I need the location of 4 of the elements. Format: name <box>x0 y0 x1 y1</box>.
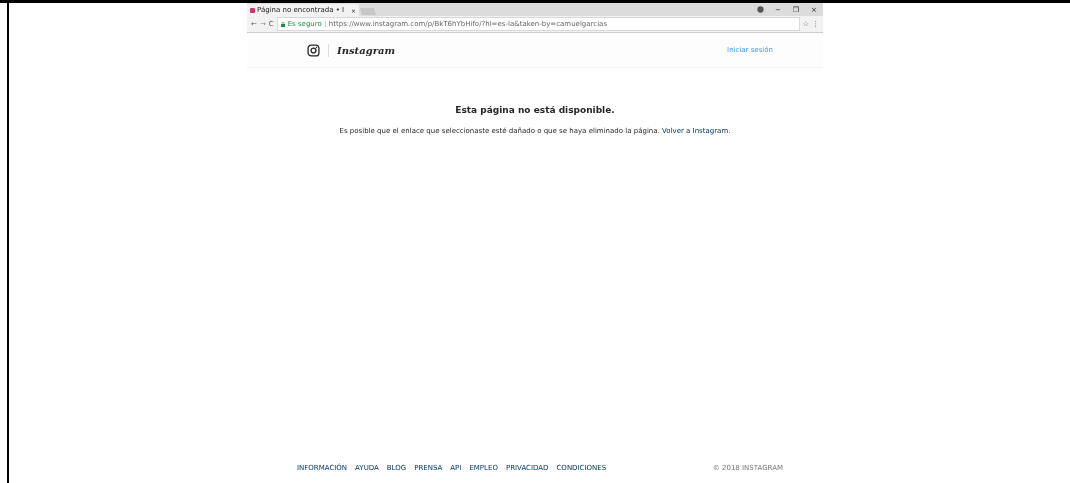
instagram-logo[interactable]: Instagram <box>337 44 395 56</box>
lock-icon <box>280 21 285 27</box>
camera-icon[interactable] <box>307 43 320 57</box>
page-title: Esta página no está disponible. <box>454 105 616 115</box>
